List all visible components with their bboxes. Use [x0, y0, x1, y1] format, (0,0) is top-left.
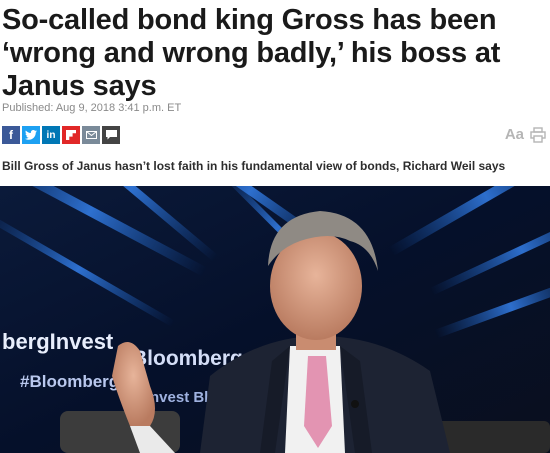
article-tools: Aa [505, 126, 546, 143]
screen-text-4: nvest Bl [150, 389, 208, 406]
article-subheadline: Bill Gross of Janus hasn’t lost faith in… [2, 159, 506, 173]
share-toolbar: f in [2, 126, 120, 144]
comment-icon [105, 130, 117, 140]
screen-text-3: #Bloomberg [20, 372, 119, 391]
facebook-share-button[interactable]: f [2, 126, 20, 144]
email-share-button[interactable] [82, 126, 100, 144]
font-size-button[interactable]: Aa [505, 126, 524, 143]
flipboard-share-button[interactable] [62, 126, 80, 144]
email-icon [85, 131, 97, 139]
comments-button[interactable] [102, 126, 120, 144]
flipboard-icon [66, 130, 76, 140]
linkedin-icon: in [46, 129, 56, 141]
photo-illustration: bergInvest Bloomberg #Bloomberg nvest Bl… [0, 186, 550, 453]
twitter-icon [25, 130, 37, 140]
article-headline: So-called bond king Gross has been ‘wron… [2, 4, 501, 102]
facebook-icon: f [9, 128, 13, 142]
linkedin-share-button[interactable]: in [42, 126, 60, 144]
twitter-share-button[interactable] [22, 126, 40, 144]
article-photo: bergInvest Bloomberg #Bloomberg nvest Bl… [0, 186, 550, 453]
published-timestamp: Published: Aug 9, 2018 3:41 p.m. ET [2, 102, 182, 114]
print-icon[interactable] [530, 126, 546, 143]
screen-text-1: bergInvest [2, 329, 114, 354]
